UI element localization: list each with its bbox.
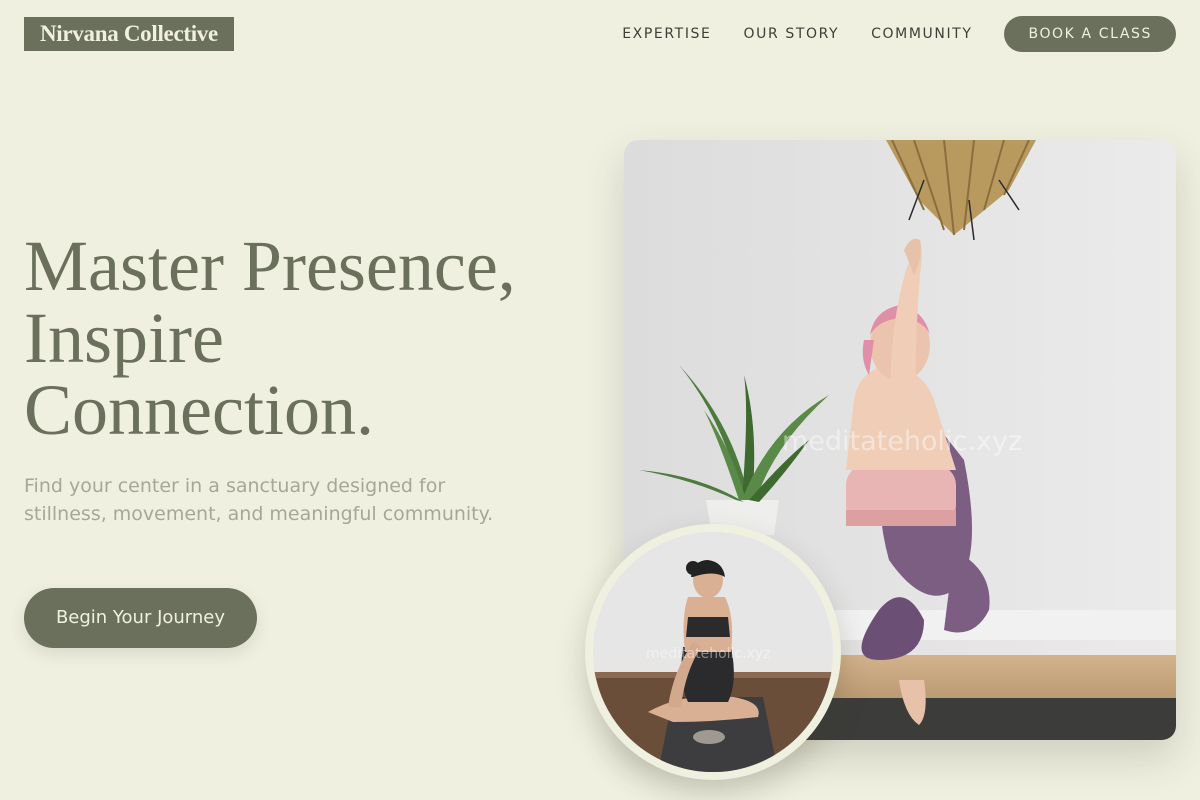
meditation-thumbnail-frame: meditateholic.xyz [585,524,841,780]
nav-link-community[interactable]: COMMUNITY [871,26,972,42]
meditation-thumbnail-image: meditateholic.xyz [593,532,833,772]
begin-journey-button[interactable]: Begin Your Journey [24,588,257,648]
hero-headline: Master Presence, Inspire Connection. [24,230,584,446]
headline-line-1: Master Presence, [24,226,516,306]
book-class-button[interactable]: BOOK A CLASS [1004,16,1176,52]
brand-logo[interactable]: Nirvana Collective [24,17,234,51]
nav-link-expertise[interactable]: EXPERTISE [622,26,711,42]
headline-line-2: Inspire [24,298,224,378]
hero-subtext: Find your center in a sanctuary designed… [24,475,494,525]
headline-line-3: Connection. [24,370,374,450]
nav-link-our-story[interactable]: OUR STORY [743,26,839,42]
main-nav: EXPERTISE OUR STORY COMMUNITY BOOK A CLA… [622,16,1176,52]
